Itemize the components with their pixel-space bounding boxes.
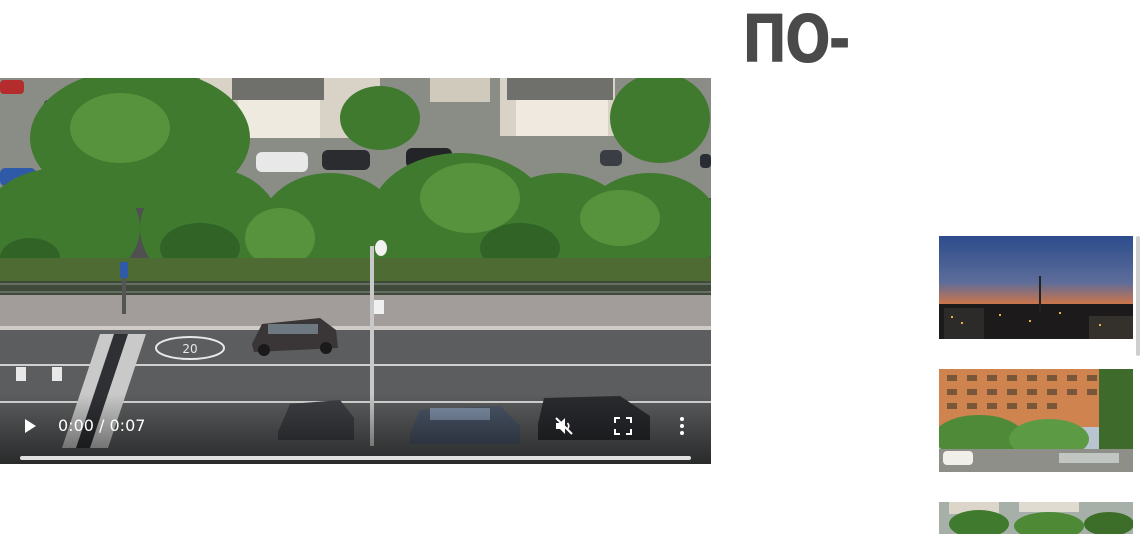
courtyard-trees-thumbnail <box>939 502 1133 534</box>
play-icon[interactable] <box>22 418 38 434</box>
thumbnail-building[interactable] <box>939 369 1133 472</box>
sunset-city-thumbnail <box>939 236 1133 339</box>
more-vertical-icon[interactable] <box>676 416 688 436</box>
fullscreen-icon[interactable] <box>614 417 632 435</box>
thumbnail-courtyard[interactable] <box>939 502 1133 534</box>
apartment-building-thumbnail <box>939 369 1133 472</box>
video-player[interactable]: 20 0:00 / 0:07 <box>0 78 711 464</box>
progress-bar[interactable] <box>20 456 691 460</box>
volume-muted-icon[interactable] <box>554 416 574 436</box>
page-heading: ПО- <box>742 1 851 78</box>
time-display: 0:00 / 0:07 <box>58 416 146 435</box>
thumbnail-sunset[interactable] <box>939 236 1133 339</box>
gallery-scrollbar[interactable] <box>1136 236 1140 356</box>
svg-text:20: 20 <box>182 342 197 356</box>
video-controls: 0:00 / 0:07 <box>0 394 711 464</box>
